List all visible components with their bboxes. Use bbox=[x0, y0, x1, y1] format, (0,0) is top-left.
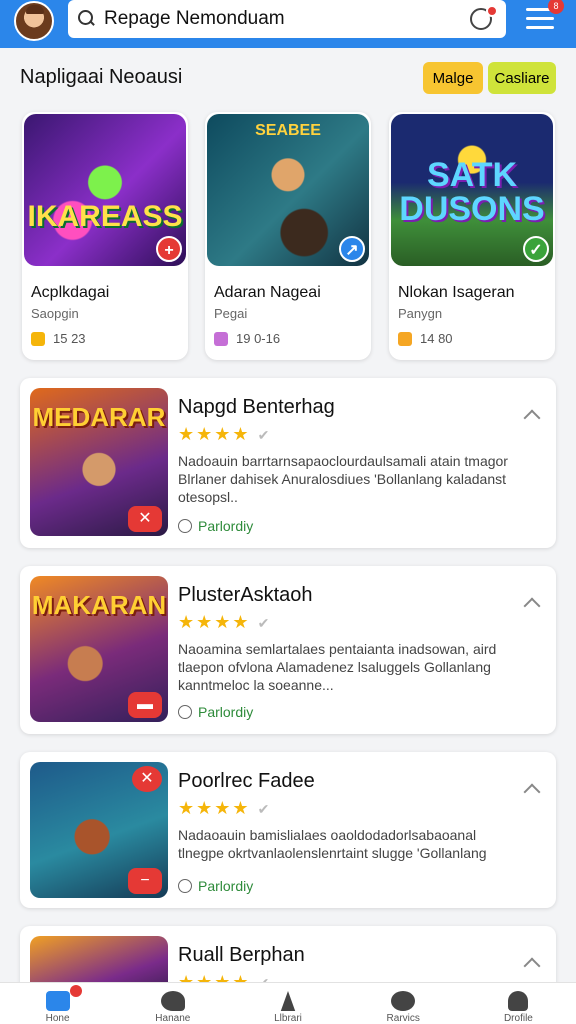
status-label: Parlordiy bbox=[178, 878, 253, 894]
clock-icon bbox=[178, 519, 192, 533]
bottom-nav: Hone Hanane Llbrari Rarvics Drofile bbox=[0, 982, 576, 1024]
card-title: Nlokan Isageran bbox=[398, 284, 515, 301]
remove-icon[interactable]: ✕ bbox=[128, 506, 162, 532]
card-stat: 14 80 bbox=[398, 331, 453, 346]
search-icon bbox=[78, 10, 96, 28]
nav-label: Llbrari bbox=[274, 1013, 302, 1024]
list-item-title: PlusterAsktaoh bbox=[178, 584, 313, 606]
check-icon[interactable]: ✓ bbox=[523, 236, 549, 262]
list-thumbnail: ✕ − bbox=[30, 762, 168, 898]
notification-dot bbox=[486, 5, 498, 17]
nav-badge bbox=[70, 985, 82, 997]
avatar[interactable] bbox=[14, 1, 54, 41]
home-icon bbox=[45, 991, 70, 1011]
card-subtitle: Panygn bbox=[398, 306, 443, 321]
filter-button-a[interactable]: Malge bbox=[423, 62, 483, 94]
list-item[interactable]: MAKARAN ▬ PlusterAsktaoh ★★★★ ✔ Naoamina… bbox=[20, 566, 556, 734]
card-stat-value: 19 0-16 bbox=[236, 331, 281, 346]
clock-icon bbox=[178, 705, 192, 719]
list-thumbnail: MAKARAN ▬ bbox=[30, 576, 168, 722]
nav-games[interactable]: Hanane bbox=[115, 983, 230, 1024]
rating-check-icon: ✔ bbox=[257, 801, 272, 817]
search-bar[interactable]: Repage Nemonduam bbox=[68, 0, 506, 38]
card-title: Adaran Nageai bbox=[214, 284, 321, 301]
top-bar: Repage Nemonduam 8 bbox=[0, 0, 576, 48]
gem-icon bbox=[214, 331, 228, 346]
status-text: Parlordiy bbox=[198, 518, 254, 534]
list-thumbnail: MEDARAR ✕ bbox=[30, 388, 168, 536]
rating-stars: ★★★★ ✔ bbox=[178, 612, 271, 633]
menu-icon[interactable]: 8 bbox=[526, 0, 564, 30]
star-icons: ★★★★ bbox=[178, 798, 251, 818]
game-card[interactable]: SEABEE ↗ Adaran Nageai Pegai 19 0-16 bbox=[205, 112, 371, 360]
card-stat: 15 23 bbox=[31, 331, 86, 346]
chevron-up-icon[interactable] bbox=[524, 780, 540, 796]
menu-badge: 8 bbox=[548, 0, 564, 14]
nav-profile[interactable]: Drofile bbox=[461, 983, 576, 1024]
chevron-up-icon[interactable] bbox=[524, 594, 540, 610]
profile-icon bbox=[508, 991, 529, 1011]
nav-label: Hone bbox=[45, 1013, 70, 1024]
card-stat-value: 15 23 bbox=[53, 331, 86, 346]
art-logo-text: SATK DUSONS bbox=[399, 156, 545, 228]
status-text: Parlordiy bbox=[198, 704, 254, 720]
library-icon bbox=[280, 991, 296, 1011]
list-item-description: Nadoauin barrtarnsapaoclourdaulsamali at… bbox=[178, 453, 508, 505]
nav-label: Rarvics bbox=[386, 1013, 420, 1024]
section-title: Napligaai Neoausi bbox=[20, 66, 183, 88]
card-stat: 19 0-16 bbox=[214, 331, 280, 346]
status-text: Parlordiy bbox=[198, 878, 254, 894]
close-icon[interactable]: ✕ bbox=[132, 766, 162, 792]
star-icons: ★★★★ bbox=[178, 612, 251, 632]
list-item-title: Napgd Benterhag bbox=[178, 396, 335, 418]
rating-stars: ★★★★ ✔ bbox=[178, 424, 271, 445]
list-item[interactable]: ✕ − Poorlrec Fadee ★★★★ ✔ Nadaoauin bami… bbox=[20, 752, 556, 908]
rating-check-icon: ✔ bbox=[257, 427, 272, 443]
search-input[interactable]: Repage Nemonduam bbox=[104, 8, 285, 30]
thumb-logo-text: MEDARAR bbox=[32, 402, 166, 432]
rating-check-icon: ✔ bbox=[257, 615, 272, 631]
list-item-title: Poorlrec Fadee bbox=[178, 770, 315, 792]
card-subtitle: Saopgin bbox=[31, 306, 79, 321]
add-icon[interactable]: + bbox=[156, 236, 182, 262]
nav-services[interactable]: Rarvics bbox=[346, 983, 461, 1024]
chevron-up-icon[interactable] bbox=[524, 406, 540, 422]
share-icon[interactable]: ↗ bbox=[339, 236, 365, 262]
nav-label: Hanane bbox=[155, 1013, 191, 1024]
status-label: Parlordiy bbox=[178, 518, 253, 534]
filter-button-b[interactable]: Casliare bbox=[488, 62, 556, 94]
clock-icon bbox=[178, 879, 192, 893]
card-stat-value: 14 80 bbox=[420, 331, 453, 346]
art-logo-text: SEABEE bbox=[255, 122, 321, 139]
remove-icon[interactable]: − bbox=[128, 868, 162, 894]
nav-library[interactable]: Llbrari bbox=[230, 983, 345, 1024]
coin-icon bbox=[31, 331, 45, 346]
game-card[interactable]: IKAREASS + Acplkdagai Saopgin 15 23 bbox=[22, 112, 188, 360]
thumb-logo-text: MAKARAN bbox=[31, 590, 167, 620]
nav-label: Drofile bbox=[503, 1013, 533, 1024]
list-item-title: Ruall Berphan bbox=[178, 944, 305, 966]
list-item-description: Naoamina semlartalaes pentaianta inadsow… bbox=[178, 641, 497, 693]
card-subtitle: Pegai bbox=[214, 306, 248, 321]
lock-icon bbox=[398, 331, 412, 346]
notification-icon[interactable] bbox=[470, 5, 498, 30]
remove-icon[interactable]: ▬ bbox=[128, 692, 162, 718]
game-card[interactable]: SATK DUSONS ✓ Nlokan Isageran Panygn 14 … bbox=[389, 112, 555, 360]
list-item-description: Nadaoauin bamislialaes oaoldodadorlsabao… bbox=[178, 827, 487, 861]
card-title: Acplkdagai bbox=[31, 284, 110, 301]
chevron-up-icon[interactable] bbox=[524, 954, 540, 970]
art-logo-text: IKAREASS bbox=[27, 200, 183, 233]
status-label: Parlordiy bbox=[178, 704, 253, 720]
star-icons: ★★★★ bbox=[178, 424, 251, 444]
controller-icon bbox=[391, 991, 416, 1011]
bookmark-icon bbox=[160, 991, 185, 1011]
nav-home[interactable]: Hone bbox=[0, 983, 115, 1024]
list-item[interactable]: MEDARAR ✕ Napgd Benterhag ★★★★ ✔ Nadoaui… bbox=[20, 378, 556, 548]
rating-stars: ★★★★ ✔ bbox=[178, 798, 271, 819]
